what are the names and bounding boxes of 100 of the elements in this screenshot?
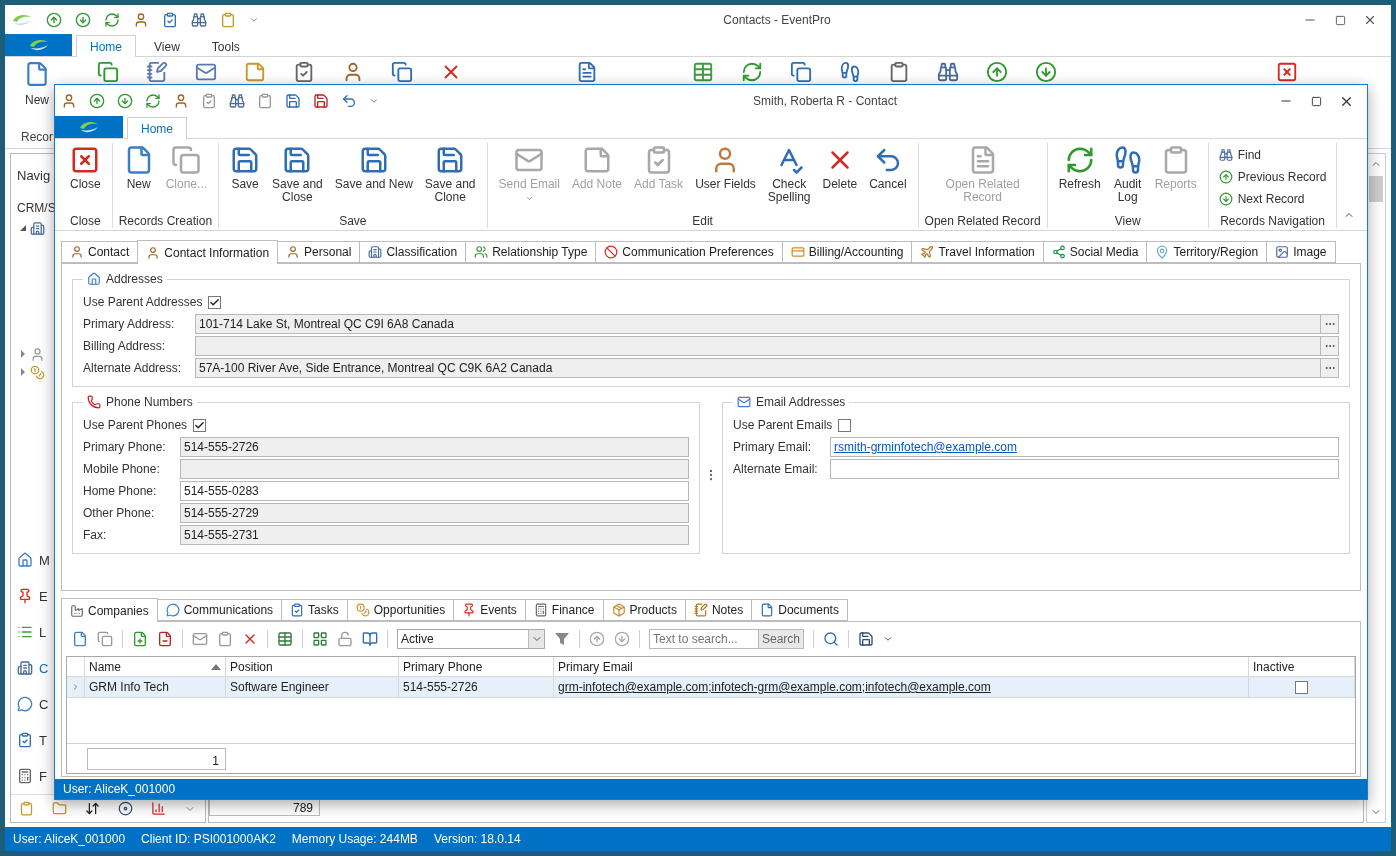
tab[interactable]: Contact xyxy=(61,241,139,263)
user-icon[interactable] xyxy=(173,93,189,109)
ribbon-button[interactable]: Save and Clone xyxy=(419,143,481,206)
tab[interactable]: Opportunities xyxy=(346,599,455,621)
binoculars-icon[interactable] xyxy=(937,61,959,83)
nav-item[interactable]: C xyxy=(17,650,49,686)
browse-button[interactable] xyxy=(1321,358,1339,378)
browse-button[interactable] xyxy=(1321,314,1339,334)
checkbox[interactable] xyxy=(838,418,852,432)
tab[interactable]: Communications xyxy=(156,599,283,621)
phone-field[interactable]: 514-555-2731 xyxy=(180,525,689,545)
copy-icon[interactable] xyxy=(97,631,113,647)
email-field[interactable]: rsmith-grminfotech@example.com xyxy=(830,437,1339,457)
address-field[interactable]: 57A-100 River Ave, Side Entrance, Montreal QC C9K 6A2 Canada xyxy=(195,358,1321,378)
ribbon-button[interactable]: Save xyxy=(225,143,266,193)
folder-icon[interactable] xyxy=(52,801,67,816)
search-field[interactable]: Text to search... xyxy=(649,629,759,649)
ribbon-button[interactable]: Refresh xyxy=(1053,143,1106,193)
expand-arrow-icon[interactable] xyxy=(19,224,27,232)
browse-button[interactable] xyxy=(1321,336,1339,356)
nav-item[interactable]: F xyxy=(17,758,47,794)
user-icon[interactable] xyxy=(133,12,149,28)
filter-icon[interactable] xyxy=(554,631,570,647)
chart-icon[interactable] xyxy=(151,801,166,816)
email-link[interactable]: grm-infotech@example.com;infotech-grm@example.com;infotech@example.com xyxy=(558,680,991,694)
email-field[interactable] xyxy=(830,459,1339,479)
clipboard-icon[interactable] xyxy=(19,801,34,816)
refresh-icon[interactable] xyxy=(145,93,161,109)
tab[interactable]: Communication Preferences xyxy=(595,241,783,263)
checkbox[interactable] xyxy=(193,418,207,432)
nav-item[interactable]: M xyxy=(17,542,50,578)
phone-field[interactable]: 514-555-2729 xyxy=(180,503,689,523)
unlock-icon[interactable] xyxy=(337,631,353,647)
nav-item[interactable]: T xyxy=(17,722,47,758)
ribbon-button[interactable]: Find xyxy=(1214,145,1331,165)
copy-icon[interactable] xyxy=(391,61,413,83)
ribbon-tab[interactable]: Tools xyxy=(197,35,254,57)
nav-item[interactable]: E xyxy=(17,578,48,614)
sort-arrows-icon[interactable] xyxy=(85,801,100,816)
ribbon-button[interactable]: Previous Record xyxy=(1214,167,1331,187)
save-icon[interactable] xyxy=(313,93,329,109)
ribbon-button[interactable]: Next Record xyxy=(1214,189,1331,209)
note-icon[interactable] xyxy=(244,61,266,83)
caret-icon[interactable] xyxy=(883,634,894,644)
tab[interactable]: Products xyxy=(602,599,686,621)
tab[interactable]: Personal xyxy=(277,241,361,263)
tab[interactable]: Classification xyxy=(359,241,467,263)
tab[interactable]: Notes xyxy=(684,599,753,621)
ribbon-button[interactable]: Delete xyxy=(817,143,863,193)
ribbon-button[interactable]: Save and Close xyxy=(267,143,328,206)
binoculars-icon[interactable] xyxy=(191,12,207,28)
ribbon-tab[interactable]: Home xyxy=(127,117,187,139)
disc-icon[interactable] xyxy=(118,801,133,816)
ribbon-button[interactable]: Close xyxy=(65,143,106,193)
refresh-icon[interactable] xyxy=(741,61,763,83)
save-icon[interactable] xyxy=(285,93,301,109)
remove-document-icon[interactable] xyxy=(157,631,173,647)
clipboard-icon[interactable] xyxy=(257,93,273,109)
copy-icon[interactable] xyxy=(790,61,812,83)
checkbox[interactable] xyxy=(208,295,222,309)
column-header[interactable]: Primary Phone xyxy=(403,659,483,674)
envelope-icon[interactable] xyxy=(192,631,208,647)
nav-item[interactable]: C xyxy=(17,686,49,722)
tab[interactable]: Contact Information xyxy=(137,240,279,264)
ribbon-button[interactable]: New xyxy=(24,61,50,107)
phone-field[interactable] xyxy=(180,459,689,479)
table-row[interactable]: GRM Info Tech Software Engineer 514-555-2726 grm-infotech@example.com;infotech-grm@example.com;infotech@example.com xyxy=(67,677,1355,698)
ribbon-button[interactable]: Save and New xyxy=(329,143,418,193)
undo-icon[interactable] xyxy=(341,93,357,109)
tab[interactable]: Companies xyxy=(61,598,158,622)
column-header[interactable]: Name xyxy=(89,659,121,674)
ribbon-button[interactable]: New xyxy=(118,143,159,193)
table-icon[interactable] xyxy=(692,61,714,83)
clipboard-icon[interactable] xyxy=(217,631,233,647)
document-icon[interactable] xyxy=(576,61,598,83)
refresh-icon[interactable] xyxy=(104,12,120,28)
ribbon-button[interactable]: Check Spelling xyxy=(762,143,816,206)
user-icon[interactable] xyxy=(61,93,77,109)
tab[interactable]: Social Media xyxy=(1042,241,1148,263)
checkbox[interactable] xyxy=(1295,680,1308,694)
tab[interactable]: Relationship Type xyxy=(465,241,597,263)
expand-arrow-icon[interactable] xyxy=(19,350,27,358)
tab[interactable]: Documents xyxy=(751,599,848,621)
ribbon-tab[interactable]: View xyxy=(140,35,194,57)
ribbon-button[interactable]: Cancel xyxy=(864,143,912,193)
close-icon[interactable] xyxy=(1276,61,1298,83)
grid-icon[interactable] xyxy=(312,631,328,647)
tab[interactable]: Events xyxy=(453,599,526,621)
add-document-icon[interactable] xyxy=(132,631,148,647)
phone-field[interactable]: 514-555-0283 xyxy=(180,481,689,501)
address-field[interactable] xyxy=(195,336,1321,356)
clipboard-icon[interactable] xyxy=(888,61,910,83)
app-menu-button[interactable] xyxy=(5,34,72,56)
save-icon[interactable] xyxy=(858,631,875,647)
app-menu-button[interactable] xyxy=(55,116,123,138)
caret-icon[interactable] xyxy=(249,15,259,25)
envelope-icon[interactable] xyxy=(195,61,217,83)
copy-icon[interactable] xyxy=(97,61,119,83)
footprints-icon[interactable] xyxy=(839,61,861,83)
tab[interactable]: Tasks xyxy=(281,599,348,621)
